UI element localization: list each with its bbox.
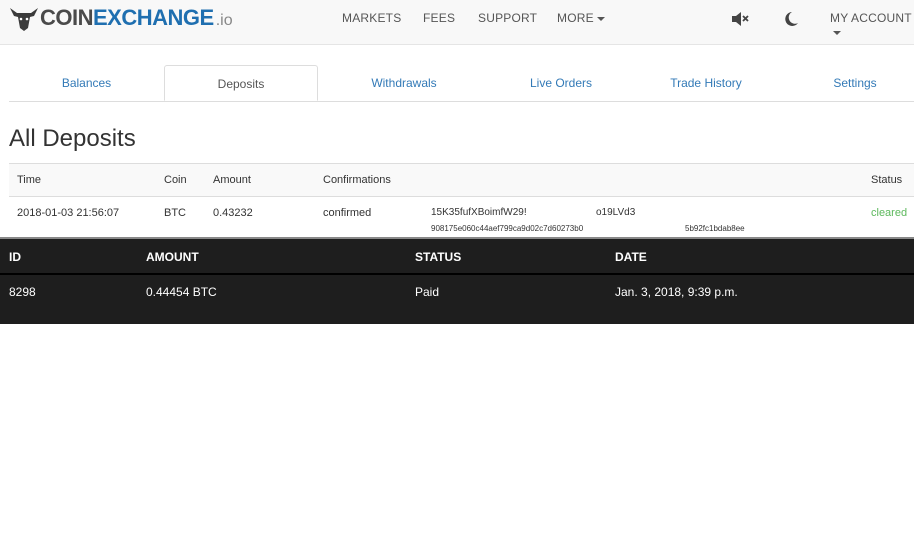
col-coin: Coin <box>164 174 187 186</box>
deposit-txid-end[interactable]: 5b92fc1bdab8ee <box>685 224 745 233</box>
tab-live-orders[interactable]: Live Orders <box>489 65 633 101</box>
table-header: Time Coin Amount Confirmations Status <box>9 163 914 197</box>
nav-more-label: MORE <box>557 11 594 25</box>
overlay-col-id: ID <box>9 250 21 264</box>
caret-down-icon <box>596 16 605 21</box>
payment-overlay-table: ID AMOUNT STATUS DATE 8298 0.44454 BTC P… <box>0 237 914 324</box>
tab-deposits[interactable]: Deposits <box>164 65 318 101</box>
nav-fees[interactable]: FEES <box>423 11 455 25</box>
bull-logo-icon <box>10 8 38 31</box>
logo-exchange-text: EXCHANGE <box>93 5 214 30</box>
overlay-col-status: STATUS <box>415 250 462 264</box>
my-account-label: MY ACCOUNT <box>830 11 912 25</box>
overlay-col-amount: AMOUNT <box>146 250 199 264</box>
nav-markets[interactable]: MARKETS <box>342 11 401 25</box>
tab-settings[interactable]: Settings <box>799 65 911 101</box>
nav-support[interactable]: SUPPORT <box>478 11 537 25</box>
mute-icon[interactable] <box>730 10 750 28</box>
caret-down-icon <box>833 30 841 35</box>
site-logo[interactable]: COIN EXCHANGE .io <box>8 3 233 33</box>
deposit-time: 2018-01-03 21:56:07 <box>17 207 120 219</box>
col-time: Time <box>17 174 42 186</box>
deposit-address-end: o19LVd3 <box>596 207 636 218</box>
overlay-amount: 0.44454 BTC <box>146 285 217 299</box>
account-tabs: Balances Deposits Withdrawals Live Order… <box>9 65 914 102</box>
tab-trade-history[interactable]: Trade History <box>639 65 773 101</box>
col-confirmations: Confirmations <box>323 174 391 186</box>
deposit-txid-start[interactable]: 908175e060c44aef799ca9d02c7d60273b0 <box>431 224 583 233</box>
col-amount: Amount <box>213 174 251 186</box>
page-title: All Deposits <box>9 125 136 152</box>
overlay-table-header: ID AMOUNT STATUS DATE <box>0 239 914 275</box>
overlay-status: Paid <box>415 285 440 299</box>
deposit-coin: BTC <box>164 207 186 219</box>
deposits-table: Time Coin Amount Confirmations Status 20… <box>9 163 914 237</box>
nav-more-dropdown[interactable]: MORE <box>557 11 605 25</box>
tab-withdrawals[interactable]: Withdrawals <box>327 65 481 101</box>
status-badge: cleared <box>871 207 908 219</box>
night-mode-moon-icon[interactable] <box>781 10 801 28</box>
tab-balances[interactable]: Balances <box>9 65 164 101</box>
table-row: 2018-01-03 21:56:07 BTC 0.43232 confirme… <box>9 197 914 237</box>
overlay-id: 8298 <box>9 285 36 299</box>
logo-coin-text: COIN <box>40 5 94 30</box>
top-navbar: COIN EXCHANGE .io MARKETS FEES SUPPORT MOR… <box>0 0 914 45</box>
deposit-address-start: 15K35fufXBoimfW29! <box>431 207 527 218</box>
nav-my-account-dropdown[interactable]: MY ACCOUNT <box>830 11 914 39</box>
col-status: Status <box>871 174 903 186</box>
logo-io-text: .io <box>215 12 233 29</box>
overlay-col-date: DATE <box>615 250 647 264</box>
deposit-amount: 0.43232 <box>213 207 253 219</box>
deposit-confirmations: confirmed <box>323 207 372 219</box>
overlay-date: Jan. 3, 2018, 9:39 p.m. <box>615 285 738 299</box>
